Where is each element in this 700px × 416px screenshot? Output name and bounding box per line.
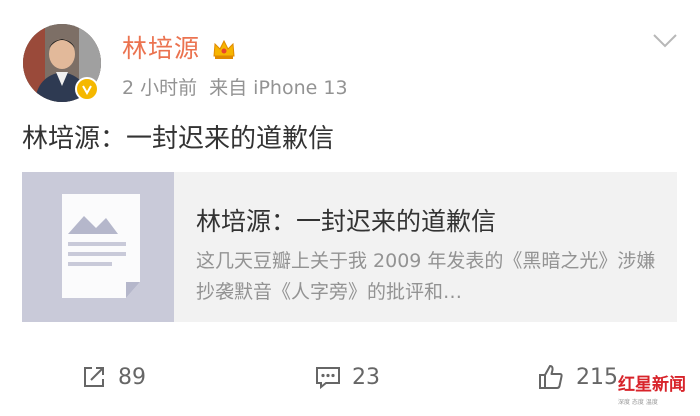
article-card[interactable]: 林培源：一封迟来的道歉信 这几天豆瓣上关于我 2009 年发表的《黑暗之光》涉嫌… — [22, 172, 677, 322]
comment-icon — [316, 367, 340, 390]
repost-count: 89 — [118, 364, 146, 390]
post-text: 林培源：一封迟来的道歉信 — [22, 124, 335, 154]
repost-icon — [84, 367, 104, 387]
article-description: 这几天豆瓣上关于我 2009 年发表的《黑暗之光》涉嫌抄袭默音《人字旁》的批评和… — [196, 250, 656, 303]
post-time: 2 小时前 — [122, 77, 198, 99]
comment-button[interactable]: 23 — [314, 355, 380, 399]
article-thumbnail-icon — [62, 194, 140, 298]
verified-icon — [75, 77, 99, 101]
repost-button[interactable]: 89 — [80, 355, 146, 399]
action-bar: 89 23 215 — [0, 355, 700, 399]
crown-icon[interactable] — [211, 36, 237, 62]
watermark-logo: 红星新闻 深度 态度 温度 — [618, 374, 700, 416]
post-meta: 2 小时前 来自 iPhone 13 — [122, 76, 348, 100]
article-thumbnail — [22, 172, 174, 322]
article-title: 林培源：一封迟来的道歉信 — [196, 207, 497, 236]
like-button[interactable]: 215 — [536, 355, 618, 399]
post-source[interactable]: 来自 iPhone 13 — [209, 77, 347, 99]
like-icon — [539, 365, 563, 389]
chevron-down-icon[interactable] — [652, 32, 678, 50]
watermark-tagline: 深度 态度 温度 — [618, 399, 658, 406]
watermark-brand: 红星新闻 — [618, 375, 686, 395]
username[interactable]: 林培源 — [122, 34, 200, 64]
like-count: 215 — [576, 364, 618, 390]
comment-count: 23 — [352, 364, 380, 390]
